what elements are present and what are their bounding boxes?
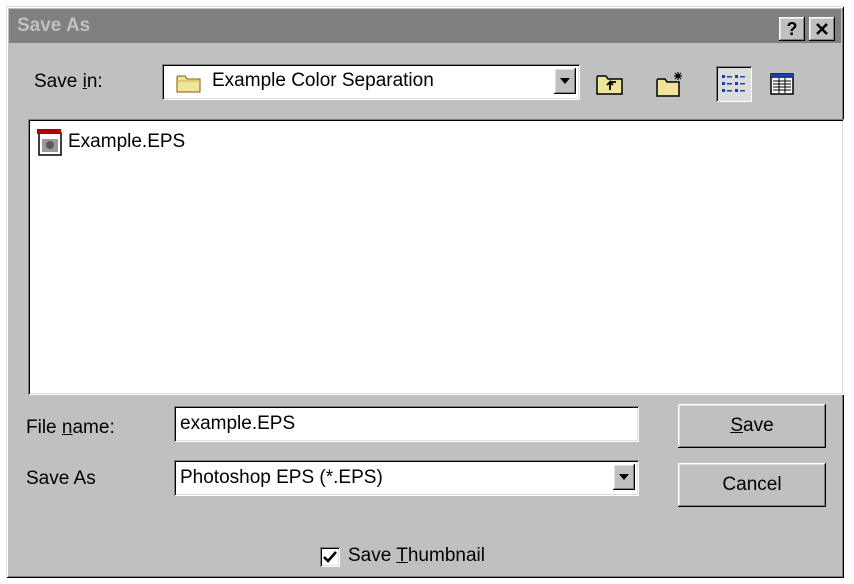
file-name-label: Example.EPS [68,131,186,152]
save-as-type-dropdown-button[interactable] [613,464,635,490]
up-folder-icon [596,75,623,95]
eps-file-icon [37,129,62,156]
save-thumbnail-label[interactable]: Save Thumbnail [348,545,485,567]
save-thumbnail-checkbox[interactable] [320,547,340,567]
folder-icon [176,75,201,93]
save-in-folder-name: Example Color Separation [212,70,434,91]
save-as-type-label: Save As [26,468,96,489]
title-bar[interactable]: Save As ? [9,9,841,43]
details-view-icon [770,73,794,95]
create-new-folder-button[interactable] [652,66,688,102]
cancel-button[interactable]: Cancel [678,463,826,507]
save-in-label: Save in: [34,71,103,92]
file-name-input[interactable]: example.EPS [174,406,639,442]
file-list-item[interactable]: Example.EPS [36,127,185,157]
new-folder-icon [656,72,682,97]
file-name-label: File name: [26,417,115,438]
save-as-type-combo[interactable]: Photoshop EPS (*.EPS) [174,460,639,496]
details-view-button[interactable] [764,66,800,102]
checkmark-icon [323,551,337,563]
save-as-type-value: Photoshop EPS (*.EPS) [180,467,383,488]
save-button[interactable]: Save [678,404,826,448]
chevron-down-icon [560,78,570,84]
close-button[interactable] [809,17,835,41]
save-in-dropdown-button[interactable] [554,68,576,94]
file-list[interactable]: Example.EPS [28,119,844,395]
up-one-level-button[interactable] [592,66,628,102]
save-in-combo[interactable]: Example Color Separation [162,64,580,100]
file-name-value: example.EPS [180,413,296,434]
list-view-button[interactable] [716,66,752,102]
close-icon [816,23,828,35]
dialog-title: Save As [17,15,91,36]
save-as-dialog: Save As ? Save in: Example Color Separat… [6,6,844,578]
help-button[interactable]: ? [779,17,805,41]
chevron-down-icon [619,474,629,480]
list-view-icon [722,75,745,92]
